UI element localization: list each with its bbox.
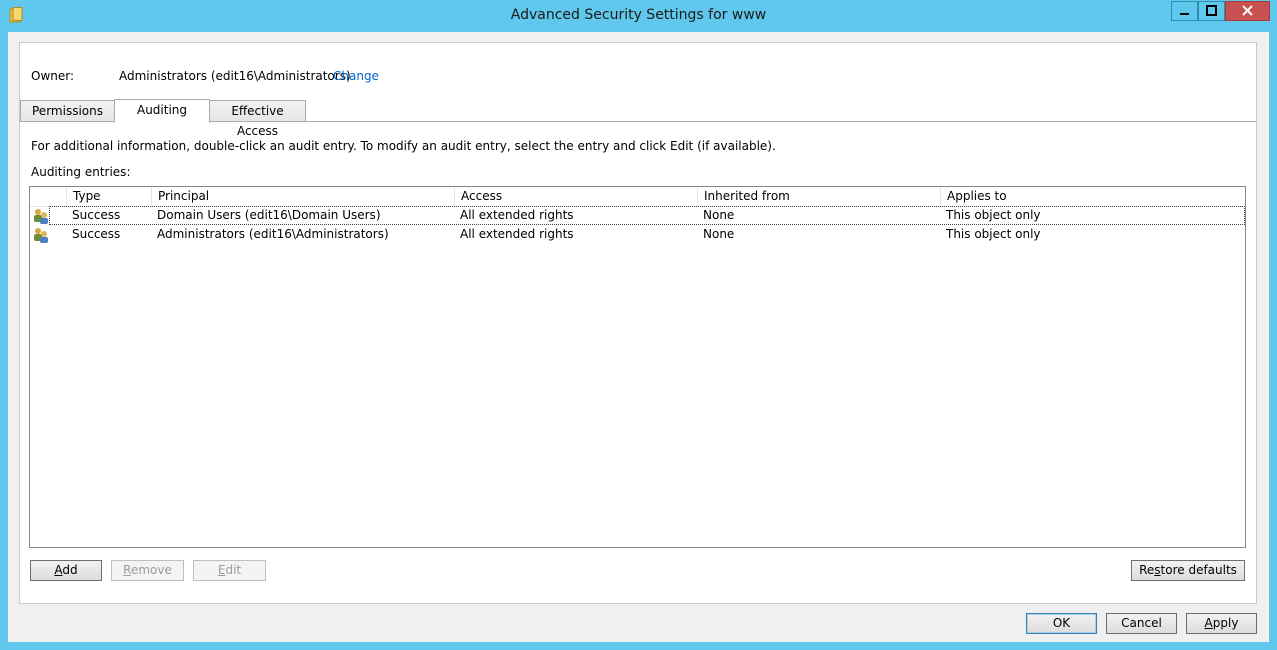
column-header-icon[interactable] [30, 187, 66, 206]
column-header-applies-to[interactable]: Applies to [940, 187, 1245, 206]
edit-button[interactable]: Edit [193, 560, 266, 581]
column-header-principal[interactable]: Principal [151, 187, 454, 206]
ok-button[interactable]: OK [1026, 613, 1097, 634]
title-bar: Advanced Security Settings for www [0, 0, 1277, 32]
minimize-icon [1180, 13, 1189, 15]
list-header: Type Principal Access Inherited from App… [30, 187, 1245, 207]
principal-cell: Administrators (edit16\Administrators) [157, 227, 389, 241]
cancel-button[interactable]: Cancel [1106, 613, 1177, 634]
change-owner-link[interactable]: Change [333, 69, 379, 83]
access-cell: All extended rights [460, 208, 574, 222]
inherited-from-cell: None [703, 208, 735, 222]
restore-label-suffix: tore defaults [1160, 563, 1237, 577]
dialog-client-area: Owner: Administrators (edit16\Administra… [8, 32, 1269, 642]
tab-auditing[interactable]: Auditing [114, 99, 210, 123]
table-row[interactable]: Success Domain Users (edit16\Domain User… [30, 206, 1245, 225]
table-row[interactable]: Success Administrators (edit16\Administr… [30, 225, 1245, 244]
auditing-entries-list[interactable]: Type Principal Access Inherited from App… [29, 186, 1246, 548]
owner-label: Owner: [31, 69, 75, 83]
tab-permissions[interactable]: Permissions [20, 100, 115, 122]
info-text: For additional information, double-click… [31, 139, 776, 153]
apply-button[interactable]: Apply [1186, 613, 1257, 634]
column-header-inherited-from[interactable]: Inherited from [697, 187, 940, 206]
apply-label-mnemonic: A [1204, 616, 1213, 630]
access-cell: All extended rights [460, 227, 574, 241]
users-group-icon [34, 228, 48, 243]
users-group-icon [34, 209, 48, 224]
applies-to-cell: This object only [946, 208, 1041, 222]
type-cell: Success [72, 208, 121, 222]
restore-label-prefix: Re [1139, 563, 1155, 577]
remove-label-suffix: emove [130, 563, 172, 577]
remove-label-mnemonic: R [123, 563, 131, 577]
inherited-from-cell: None [703, 227, 735, 241]
tab-effective-access[interactable]: Effective Access [209, 100, 306, 138]
maximize-button[interactable] [1198, 1, 1225, 21]
close-button[interactable] [1225, 1, 1270, 21]
principal-cell: Domain Users (edit16\Domain Users) [157, 208, 381, 222]
window-title: Advanced Security Settings for www [510, 7, 767, 23]
add-button[interactable]: Add [30, 560, 102, 581]
column-header-type[interactable]: Type [66, 187, 151, 206]
owner-value: Administrators (edit16\Administrators) [119, 69, 351, 83]
maximize-icon [1206, 5, 1217, 16]
restore-defaults-button[interactable]: Restore defaults [1131, 560, 1245, 581]
minimize-button[interactable] [1171, 1, 1198, 21]
add-label-suffix: dd [62, 563, 78, 577]
auditing-entries-label: Auditing entries: [31, 165, 131, 179]
apply-label-suffix: pply [1212, 616, 1239, 630]
column-header-access[interactable]: Access [454, 187, 697, 206]
remove-button[interactable]: Remove [111, 560, 184, 581]
type-cell: Success [72, 227, 121, 241]
close-icon [1242, 5, 1253, 16]
edit-label-suffix: dit [225, 563, 242, 577]
applies-to-cell: This object only [946, 227, 1041, 241]
